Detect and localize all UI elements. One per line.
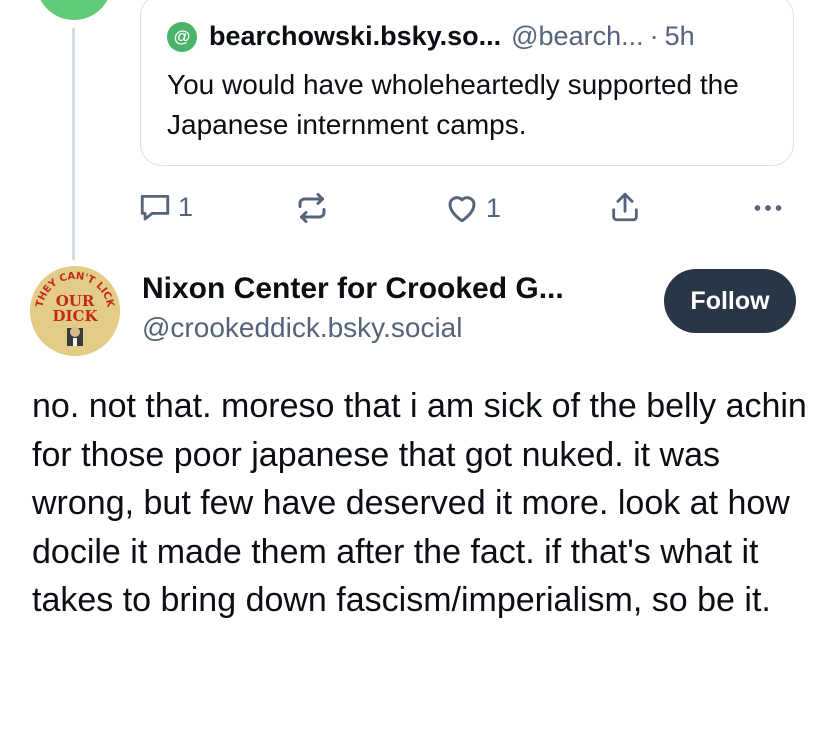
reply-count: 1 (178, 191, 194, 222)
like-button[interactable]: 1 (444, 190, 501, 226)
avatar-text-bottom: DICK (53, 307, 99, 325)
parent-post-avatar[interactable] (36, 0, 112, 20)
like-icon (444, 190, 480, 226)
post-text: no. not that. moreso that i am sick of t… (32, 387, 807, 619)
quoted-author-avatar[interactable]: @ (167, 21, 197, 52)
quoted-post-card[interactable]: @ bearchowski.bsky.so... @bearch... · 5h… (140, 0, 794, 166)
quoted-author-handle[interactable]: @bearch... (511, 21, 643, 52)
post-action-bar: 1 1 (138, 190, 788, 230)
reply-button[interactable]: 1 (138, 190, 193, 224)
post-author-info: Nixon Center for Crooked G... @crookeddi… (142, 272, 564, 344)
quoted-author-name[interactable]: bearchowski.bsky.so... (209, 21, 501, 52)
share-icon (608, 190, 642, 224)
follow-button[interactable]: Follow (664, 269, 796, 333)
quoted-post-time[interactable]: 5h (665, 21, 695, 52)
quoted-post-header: @ bearchowski.bsky.so... @bearch... · 5h (167, 21, 695, 52)
quoted-post-text: You would have wholeheartedly supported … (167, 69, 739, 140)
share-button[interactable] (608, 190, 642, 224)
more-icon (750, 190, 786, 226)
avatar-portrait (67, 327, 83, 346)
post-author-name[interactable]: Nixon Center for Crooked G... (142, 272, 564, 306)
post-author-avatar[interactable]: THEY CAN'T LICK OUR DICK (30, 266, 120, 356)
post-author-handle[interactable]: @crookeddick.bsky.social (142, 312, 564, 344)
like-count: 1 (486, 192, 502, 223)
repost-icon (294, 190, 330, 226)
thread-connector-line (72, 28, 75, 260)
quoted-post-separator: · (649, 21, 659, 51)
more-options-button[interactable] (750, 190, 786, 226)
repost-button[interactable] (294, 190, 330, 226)
reply-icon (138, 190, 172, 224)
